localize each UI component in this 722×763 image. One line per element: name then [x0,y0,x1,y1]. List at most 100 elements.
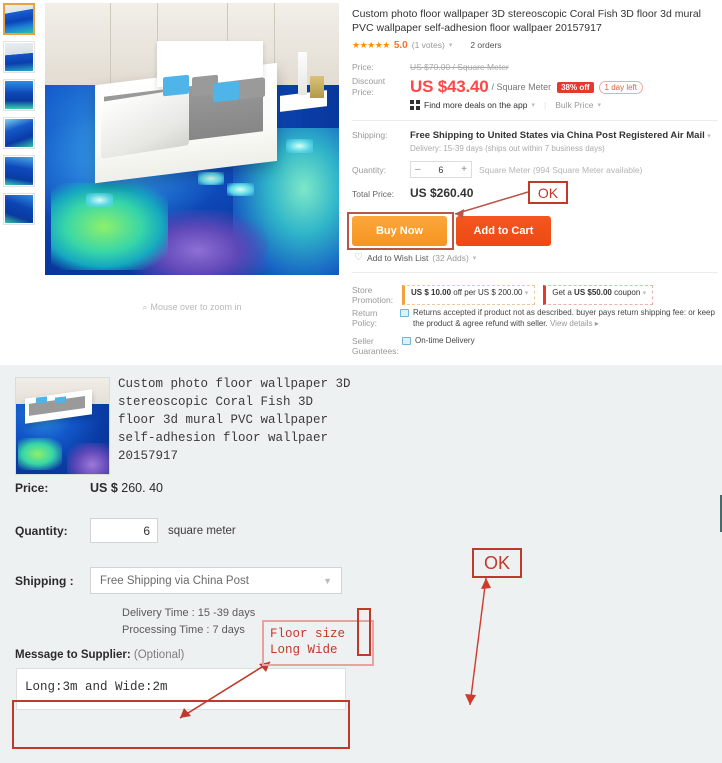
seller-label-line1: Seller [352,336,374,346]
delivery-icon [402,337,411,345]
total-price-value: US $260.40 [410,186,474,200]
store-promotion-label: Store Promotion: [352,285,402,305]
checkout-price-amount: 260. 40 [121,481,163,495]
promotion-offer-2[interactable]: Get a US $50.00 coupon ▾ [543,285,654,305]
chevron-down-icon[interactable]: ▾ [449,41,453,49]
chevron-down-icon[interactable]: ▾ [531,101,535,109]
wish-list-row[interactable]: ♡ Add to Wish List (32 Adds) ▾ [354,252,476,263]
message-to-supplier-label: Message to Supplier: (Optional) [15,649,184,661]
chevron-down-icon[interactable]: ▾ [707,133,711,140]
product-detail-column: Custom photo floor wallpaper 3D stereosc… [348,0,722,358]
processing-time: Processing Time : 7 days [122,624,245,636]
thumbnail-3[interactable] [3,79,35,111]
heart-icon: ♡ [354,252,363,263]
annotation-ok-top: OK [528,181,568,204]
wish-list-label[interactable]: Add to Wish List [367,253,428,263]
quantity-stepper[interactable]: – 6 + [410,161,472,178]
checkout-quantity-label: Quantity: [15,523,68,538]
seller-guarantees-label: Seller Guarantees: [352,336,402,356]
quantity-row: Quantity: – 6 + Square Meter (994 Square… [352,161,718,178]
zoom-hint: ⌕ Mouse over to zoom in [45,302,339,313]
checkout-item-title: Custom photo floor wallpaper 3D stereosc… [118,377,351,463]
price-label: Price: [352,62,374,72]
message-label-text: Message to Supplier: [15,649,131,661]
wish-list-count: (32 Adds) [432,252,469,263]
quantity-label: Quantity: [352,164,387,175]
checkout-shipping-selected: Free Shipping via China Post [100,574,249,587]
qr-code-icon [410,100,420,110]
screenshot-separator [0,358,722,365]
price-unit: / Square Meter [491,82,552,92]
divider [352,272,718,273]
rating-row: ★★★★★ 5.0 (1 votes) ▾ 2 orders [352,39,712,51]
thumbnail-strip [3,3,39,231]
annotation-coupon-highlight [357,608,371,656]
quantity-increase-button[interactable]: + [461,164,467,175]
checkout-price-row: Price: US $ 260. 40 [15,481,345,495]
product-main-image[interactable] [45,3,339,275]
delivery-time: Delivery Time : 15 -39 days [122,607,256,619]
promo1-amount: US $ 10.00 [411,288,452,297]
checkout-shipping-select[interactable]: Free Shipping via China Post ▼ [90,567,342,594]
checkout-price-currency: US $ [90,481,118,495]
star-rating-icon: ★★★★★ [352,39,390,50]
quantity-availability: Square Meter (994 Square Meter available… [479,164,643,175]
promo2-amount: US $50.00 [574,288,612,297]
checkout-price-value: US $ 260. 40 [90,481,163,495]
divider [352,120,718,121]
return-policy-row: Return Policy: Returns accepted if produ… [352,308,718,329]
checkout-quantity-input[interactable] [90,518,158,543]
chevron-down-icon[interactable]: ▾ [525,290,529,297]
zoom-hint-label: Mouse over to zoom in [150,302,242,312]
thumbnail-2[interactable] [3,41,35,73]
thumbnail-5[interactable] [3,155,35,187]
product-title: Custom photo floor wallpaper 3D stereosc… [352,8,701,34]
rating-value: 5.0 [393,39,408,51]
discount-price-label: Discount Price: [352,76,410,98]
chevron-down-icon[interactable]: ▾ [597,101,601,109]
return-icon [400,309,409,317]
discount-label-line1: Discount [352,76,386,86]
shipping-row: Shipping: Free Shipping to United States… [352,130,718,153]
checkout-summary-column: Subtotal: US $260. 40 Shipping: US $0.00… [360,365,722,763]
chevron-down-icon[interactable]: ▾ [643,290,647,297]
return-policy-link[interactable]: View details ▸ [550,319,599,328]
chevron-down-icon: ▼ [323,575,332,586]
discount-price-row: Discount Price: US $43.40 / Square Meter… [352,76,718,98]
shipping-label: Shipping: [352,130,388,140]
checkout-price-label: Price: [15,481,49,495]
add-to-cart-button[interactable]: Add to Cart [456,216,551,246]
checkout-product-thumbnail [15,377,110,475]
order-count: 2 orders [470,40,502,50]
app-deal-link[interactable]: Find more deals on the app [424,100,527,110]
discount-price-value: US $43.40 [410,77,489,96]
annotation-floor-line1: Floor size [270,627,346,641]
message-optional-text: (Optional) [133,649,185,661]
checkout-time-estimates: Delivery Time : 15 -39 days Processing T… [122,605,255,639]
thumbnail-4[interactable] [3,117,35,149]
quantity-decrease-button[interactable]: – [415,164,421,175]
bulk-price-link[interactable]: Bulk Price [555,100,593,110]
promotion-offer-1[interactable]: US $ 10.00 off per US $ 200.00 ▾ [402,285,536,305]
chevron-down-icon[interactable]: ▾ [473,254,477,262]
seller-guarantee-text: On-time Delivery [415,336,475,345]
return-policy-text: Returns accepted if product not as descr… [413,308,718,329]
checkout-shipping-row: Shipping : Free Shipping via China Post … [15,567,360,594]
seller-guarantees-row: Seller Guarantees: On-time Delivery [352,336,718,356]
annotation-floor-line2: Long Wide [270,643,338,657]
seller-label-line2: Guarantees: [352,346,399,356]
return-policy-label: Return Policy: [352,308,378,328]
annotation-message-highlight [12,700,350,749]
product-detail-panel: ⌕ Mouse over to zoom in Custom photo floo… [0,0,722,358]
quantity-value[interactable]: 6 [438,165,443,175]
time-left-badge: 1 day left [598,80,643,94]
thumbnail-6[interactable] [3,193,35,225]
original-price-value: US $70.00 / Square Meter [410,62,509,72]
discount-label-line2: Price: [352,87,374,97]
total-price-label: Total Price: [352,189,395,199]
promo-label-line1: Store [352,285,373,295]
thumbnail-1[interactable] [3,3,35,35]
discount-badge: 38% off [557,81,594,93]
promo-label-line2: Promotion: [352,295,394,305]
promo2-pre: Get a [552,288,575,297]
